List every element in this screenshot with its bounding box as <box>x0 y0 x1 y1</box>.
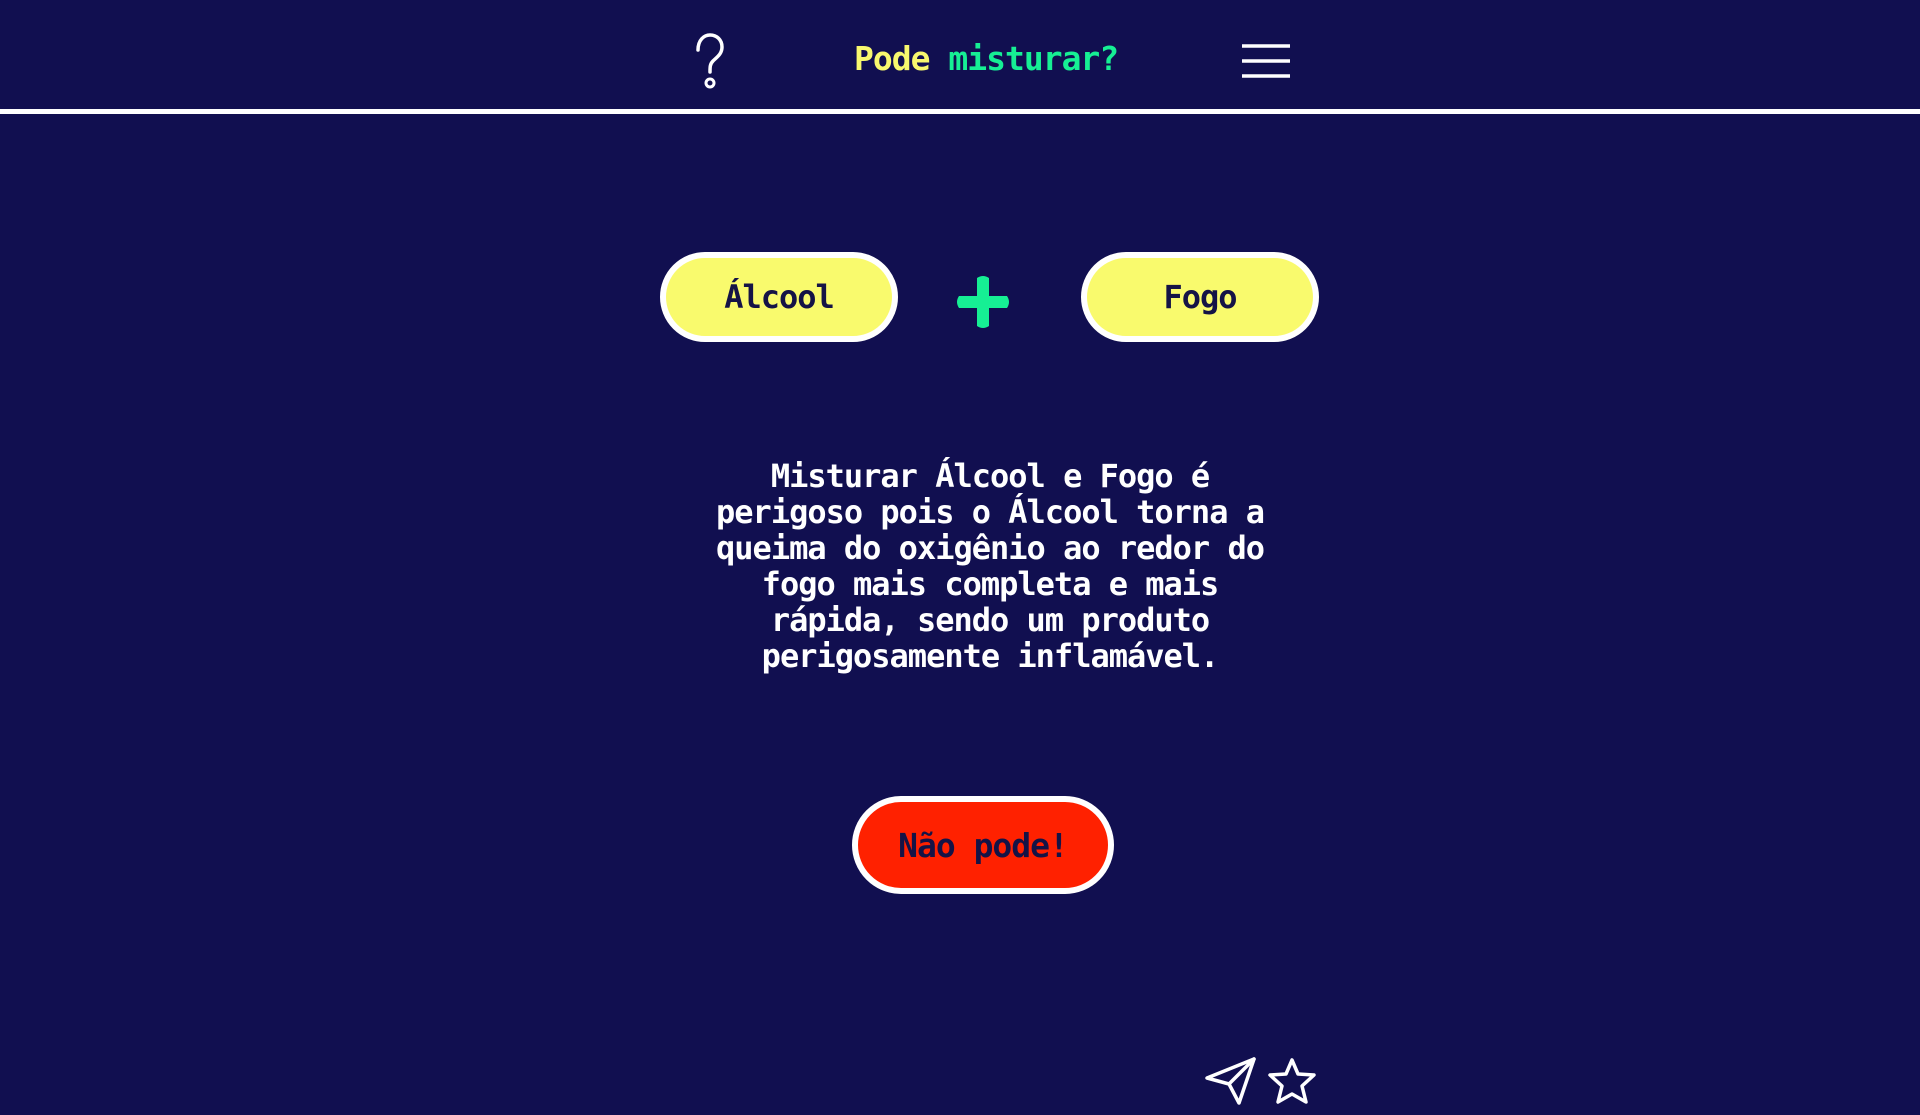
ingredient-2-button[interactable]: Fogo <box>1081 252 1319 342</box>
verdict-label: Não pode! <box>898 825 1069 865</box>
result-description: Misturar Álcool e Fogo é perigoso pois o… <box>716 457 1265 675</box>
ingredient-2-label: Fogo <box>1163 278 1237 316</box>
verdict-button[interactable]: Não pode! <box>852 796 1114 894</box>
app-title: Pode misturar? <box>854 39 1119 78</box>
question-mark-icon[interactable] <box>688 32 732 90</box>
hamburger-menu-icon[interactable] <box>1240 42 1292 82</box>
app-title-part1: Pode <box>854 39 930 78</box>
ingredient-1-label: Álcool <box>724 278 835 316</box>
paper-plane-icon[interactable] <box>1205 1056 1257 1106</box>
app-title-part2: misturar? <box>948 39 1119 78</box>
ingredient-1-button[interactable]: Álcool <box>660 252 898 342</box>
top-bar: Pode misturar? <box>0 0 1920 114</box>
star-icon[interactable] <box>1266 1056 1318 1108</box>
plus-icon <box>957 276 1009 328</box>
